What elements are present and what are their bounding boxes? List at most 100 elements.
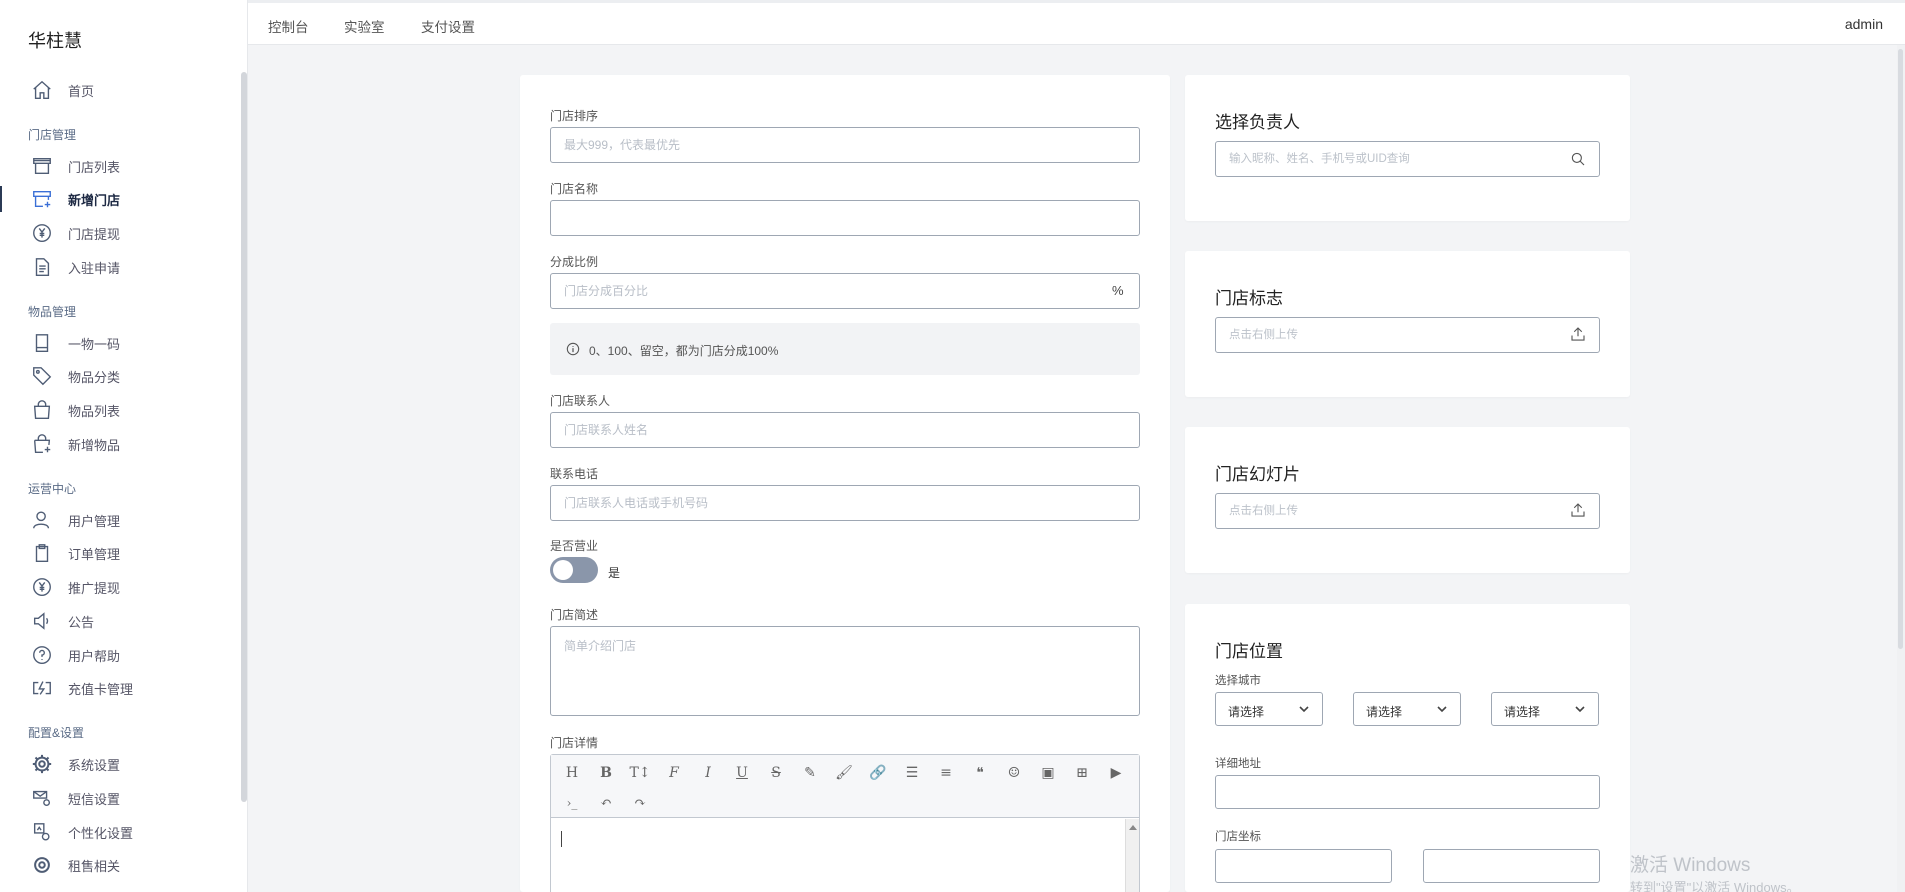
sidebar-item-announcements[interactable]: 公告: [0, 606, 242, 636]
owner-card: 选择负责人: [1185, 75, 1630, 221]
chevron-down-icon: [1574, 703, 1586, 715]
list-icon[interactable]: ☰: [901, 762, 923, 784]
sidebar-item-label: 新增物品: [68, 437, 121, 453]
info-icon: [566, 342, 580, 356]
tab-dashboard[interactable]: 控制台: [268, 16, 309, 36]
ratio-input[interactable]: [550, 273, 1140, 309]
sidebar-item-promo-withdraw[interactable]: 推广提现: [0, 572, 242, 602]
pen-icon[interactable]: ✎: [799, 762, 821, 784]
code-icon[interactable]: ›_: [561, 792, 583, 814]
chevron-down-icon: [1436, 703, 1448, 715]
nav-group-config: 配置&设置: [28, 726, 85, 740]
windows-activation-watermark: 激活 Windows: [1630, 855, 1751, 876]
sidebar-item-home[interactable]: 首页: [0, 75, 242, 105]
open-state-label: 是: [608, 566, 621, 580]
emoji-icon[interactable]: ☺: [1003, 762, 1025, 784]
open-toggle[interactable]: [550, 557, 598, 583]
city-select[interactable]: 请选择: [1353, 692, 1461, 726]
upload-icon[interactable]: [1569, 325, 1587, 343]
name-input[interactable]: [550, 200, 1140, 236]
redo-icon[interactable]: ↷: [629, 792, 651, 814]
longitude-input[interactable]: [1215, 849, 1392, 883]
phone-input[interactable]: [550, 485, 1140, 521]
heading-icon[interactable]: H: [561, 762, 583, 784]
underline-icon[interactable]: U: [731, 762, 753, 784]
store-icon: [30, 154, 54, 178]
owner-title: 选择负责人: [1215, 113, 1300, 132]
sidebar-item-users[interactable]: 用户管理: [0, 505, 242, 535]
bag-icon: [30, 398, 54, 422]
sidebar-item-label: 门店列表: [68, 159, 121, 175]
sidebar-item-qrcode[interactable]: 一物一码: [0, 328, 242, 358]
logo-card: 门店标志: [1185, 251, 1630, 397]
table-icon[interactable]: ⊞: [1071, 762, 1093, 784]
video-icon[interactable]: ▶: [1105, 762, 1127, 784]
sidebar-item-categories[interactable]: 物品分类: [0, 361, 242, 391]
sidebar-item-label: 入驻申请: [68, 260, 121, 276]
font-size-icon[interactable]: T↕: [629, 762, 651, 784]
city-label: 选择城市: [1215, 675, 1261, 687]
sidebar-item-store-withdraw[interactable]: 门店提现: [0, 218, 242, 248]
personalize-icon: [30, 820, 54, 844]
sidebar-item-item-list[interactable]: 物品列表: [0, 395, 242, 425]
brand-title: 华柱慧: [28, 31, 82, 51]
sidebar-item-label: 个性化设置: [68, 825, 134, 841]
speaker-icon: [30, 609, 54, 633]
sidebar-item-personalize[interactable]: 个性化设置: [0, 817, 242, 847]
page-scrollbar[interactable]: [1897, 45, 1905, 892]
district-select[interactable]: 请选择: [1491, 692, 1599, 726]
percent-suffix: %: [1112, 283, 1124, 298]
sidebar-item-help[interactable]: 用户帮助: [0, 640, 242, 670]
nav-group-items: 物品管理: [28, 305, 77, 319]
sidebar-item-system-settings[interactable]: 系统设置: [0, 749, 242, 779]
sidebar-item-applications[interactable]: 入驻申请: [0, 252, 242, 282]
tab-payment-settings[interactable]: 支付设置: [421, 16, 475, 36]
sidebar-item-store-list[interactable]: 门店列表: [0, 151, 242, 181]
image-icon[interactable]: ▣: [1037, 762, 1059, 784]
recharge-card-icon: [30, 676, 54, 700]
sidebar-item-label: 短信设置: [68, 791, 121, 807]
link-icon[interactable]: 🔗: [867, 762, 889, 784]
address-input[interactable]: [1215, 775, 1600, 809]
sidebar-item-label: 充值卡管理: [68, 681, 134, 697]
brush-icon[interactable]: 🖌: [833, 762, 855, 784]
sidebar-item-label: 用户帮助: [68, 648, 121, 664]
upload-icon[interactable]: [1569, 501, 1587, 519]
bold-icon[interactable]: B: [595, 762, 617, 784]
align-icon[interactable]: ≡: [935, 762, 957, 784]
quote-icon[interactable]: ❝: [969, 762, 991, 784]
strikethrough-icon[interactable]: S: [765, 762, 787, 784]
topbar: 控制台 实验室 支付设置 admin: [248, 0, 1905, 45]
latitude-input[interactable]: [1423, 849, 1600, 883]
tag-icon: [30, 364, 54, 388]
home-icon: [30, 78, 54, 102]
sidebar-item-sms-settings[interactable]: 短信设置: [0, 783, 242, 813]
tab-lab[interactable]: 实验室: [344, 16, 385, 36]
book-icon: [30, 331, 54, 355]
italic-icon[interactable]: I: [697, 762, 719, 784]
sort-input[interactable]: [550, 127, 1140, 163]
user-menu[interactable]: admin: [1845, 16, 1883, 32]
brief-textarea[interactable]: [550, 626, 1140, 716]
editor-scrollbar[interactable]: [1125, 819, 1139, 892]
sidebar-item-orders[interactable]: 订单管理: [0, 538, 242, 568]
logo-upload-input[interactable]: [1215, 317, 1600, 353]
sidebar-item-add-store[interactable]: 新增门店: [0, 184, 242, 214]
undo-icon[interactable]: ↶: [595, 792, 617, 814]
owner-search-input[interactable]: [1215, 141, 1600, 177]
province-select[interactable]: 请选择: [1215, 692, 1323, 726]
sidebar-item-label: 一物一码: [68, 336, 121, 352]
chevron-down-icon: [1298, 703, 1310, 715]
editor-content-area[interactable]: [551, 819, 1125, 892]
contact-input[interactable]: [550, 412, 1140, 448]
sidebar-item-recharge-cards[interactable]: 充值卡管理: [0, 673, 242, 703]
search-icon[interactable]: [1569, 150, 1587, 168]
slides-upload-input[interactable]: [1215, 493, 1600, 529]
select-value: 请选择: [1504, 705, 1541, 719]
sidebar-item-label: 物品分类: [68, 369, 121, 385]
sidebar-item-add-item[interactable]: 新增物品: [0, 429, 242, 459]
font-family-icon[interactable]: F: [663, 762, 685, 784]
sidebar-item-rental[interactable]: 租售相关: [0, 850, 242, 880]
sidebar-item-label: 租售相关: [68, 858, 121, 874]
toggle-knob: [553, 560, 573, 580]
